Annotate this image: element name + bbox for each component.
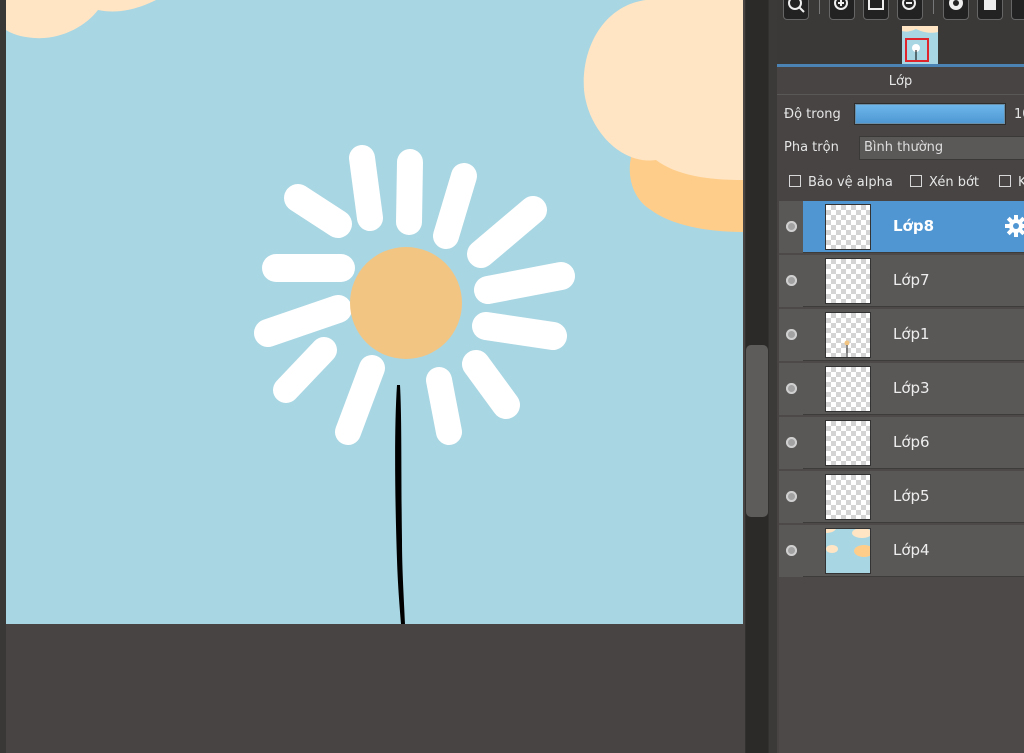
visibility-cell (779, 255, 803, 307)
visibility-toggle-icon[interactable] (786, 329, 797, 340)
drawing-canvas-area[interactable] (0, 0, 745, 753)
toolbar-separator (933, 0, 934, 14)
petal (396, 149, 423, 235)
visibility-toggle-icon[interactable] (786, 437, 797, 448)
layers-panel-title: Lớp (888, 74, 913, 89)
checkbox-box[interactable] (910, 175, 922, 187)
blend-mode-select[interactable]: Bình thường (859, 136, 1024, 160)
layer-name: Lớp4 (893, 541, 930, 559)
layer-name: Lớp5 (893, 487, 930, 505)
navigator-preview[interactable] (777, 22, 1024, 64)
right-panel: Lớp Độ trong 10 Pha trộn Bình thường Bảo… (777, 0, 1024, 753)
petal (433, 163, 477, 249)
navigator-thumbnail[interactable] (902, 26, 938, 64)
lock-checkbox[interactable]: K (999, 175, 1024, 191)
layer-thumbnail (825, 204, 871, 250)
visibility-cell (779, 309, 803, 361)
protect-alpha-label: Bảo vệ alpha (808, 175, 893, 190)
blend-mode-label: Pha trộn (784, 140, 839, 155)
layer-thumbnail (825, 258, 871, 304)
fit-screen-icon[interactable] (863, 0, 889, 20)
layer-thumbnail (825, 474, 871, 520)
flower-center (350, 247, 462, 359)
visibility-toggle-icon[interactable] (786, 383, 797, 394)
panel-divider (777, 64, 1024, 67)
layer-row[interactable]: Lớp8 (779, 201, 1024, 253)
visibility-cell (779, 201, 803, 253)
flip-icon[interactable] (977, 0, 1003, 20)
opacity-slider[interactable] (854, 103, 1006, 125)
petal (472, 312, 567, 350)
visibility-cell (779, 471, 803, 523)
layers-panel-header: Lớp (777, 69, 1024, 95)
lock-label: K (1018, 175, 1024, 190)
opacity-slider-fill (856, 105, 1004, 123)
zoom-in-icon[interactable] (829, 0, 855, 20)
layer-name: Lớp7 (893, 271, 930, 289)
visibility-toggle-icon[interactable] (786, 221, 797, 232)
artwork-canvas[interactable] (6, 0, 743, 624)
layer-name: Lớp1 (893, 325, 930, 343)
layer-row[interactable]: Lớp6 (779, 417, 1024, 469)
clipping-label: Xén bớt (929, 175, 979, 190)
layer-thumbnail (825, 528, 871, 574)
checkbox-box[interactable] (999, 175, 1011, 187)
protect-alpha-checkbox[interactable]: Bảo vệ alpha (789, 175, 893, 191)
visibility-cell (779, 525, 803, 577)
layer-name: Lớp3 (893, 379, 930, 397)
opacity-value: 10 (1014, 107, 1024, 122)
layer-thumbnail (825, 312, 871, 358)
zoom-reset-icon[interactable] (783, 0, 809, 20)
panel-splitter[interactable] (769, 0, 777, 753)
opacity-label: Độ trong (784, 107, 841, 122)
visibility-toggle-icon[interactable] (786, 275, 797, 286)
scrollbar-thumb[interactable] (746, 345, 768, 517)
canvas-vertical-scrollbar[interactable] (745, 0, 769, 753)
navigator-view-frame[interactable] (905, 38, 929, 62)
layer-thumbnail (825, 366, 871, 412)
layer-list[interactable]: Lớp8 Lớp7 Lớp1 Lớp3 Lớp6 Lớp5 Lớp4 (779, 201, 1024, 753)
clipping-checkbox[interactable]: Xén bớt (910, 175, 979, 191)
visibility-toggle-icon[interactable] (786, 491, 797, 502)
layer-row[interactable]: Lớp5 (779, 471, 1024, 523)
layer-row[interactable]: Lớp3 (779, 363, 1024, 415)
petal (474, 262, 575, 304)
gear-icon[interactable] (1005, 215, 1024, 237)
view-toolbar (777, 0, 1024, 22)
layer-name: Lớp8 (893, 217, 935, 235)
zoom-out-icon[interactable] (897, 0, 923, 20)
toolbar-separator (819, 0, 820, 14)
layer-row[interactable]: Lớp7 (779, 255, 1024, 307)
petal (426, 367, 462, 445)
layer-thumbnail (825, 420, 871, 466)
visibility-cell (779, 363, 803, 415)
checkbox-box[interactable] (789, 175, 801, 187)
header-divider (777, 94, 1024, 95)
visibility-cell (779, 417, 803, 469)
more-icon[interactable] (1011, 0, 1024, 20)
visibility-toggle-icon[interactable] (786, 545, 797, 556)
petal (349, 145, 383, 231)
layer-row[interactable]: Lớp1 (779, 309, 1024, 361)
layer-row[interactable]: Lớp4 (779, 525, 1024, 577)
layer-name: Lớp6 (893, 433, 930, 451)
rotate-icon[interactable] (943, 0, 969, 20)
